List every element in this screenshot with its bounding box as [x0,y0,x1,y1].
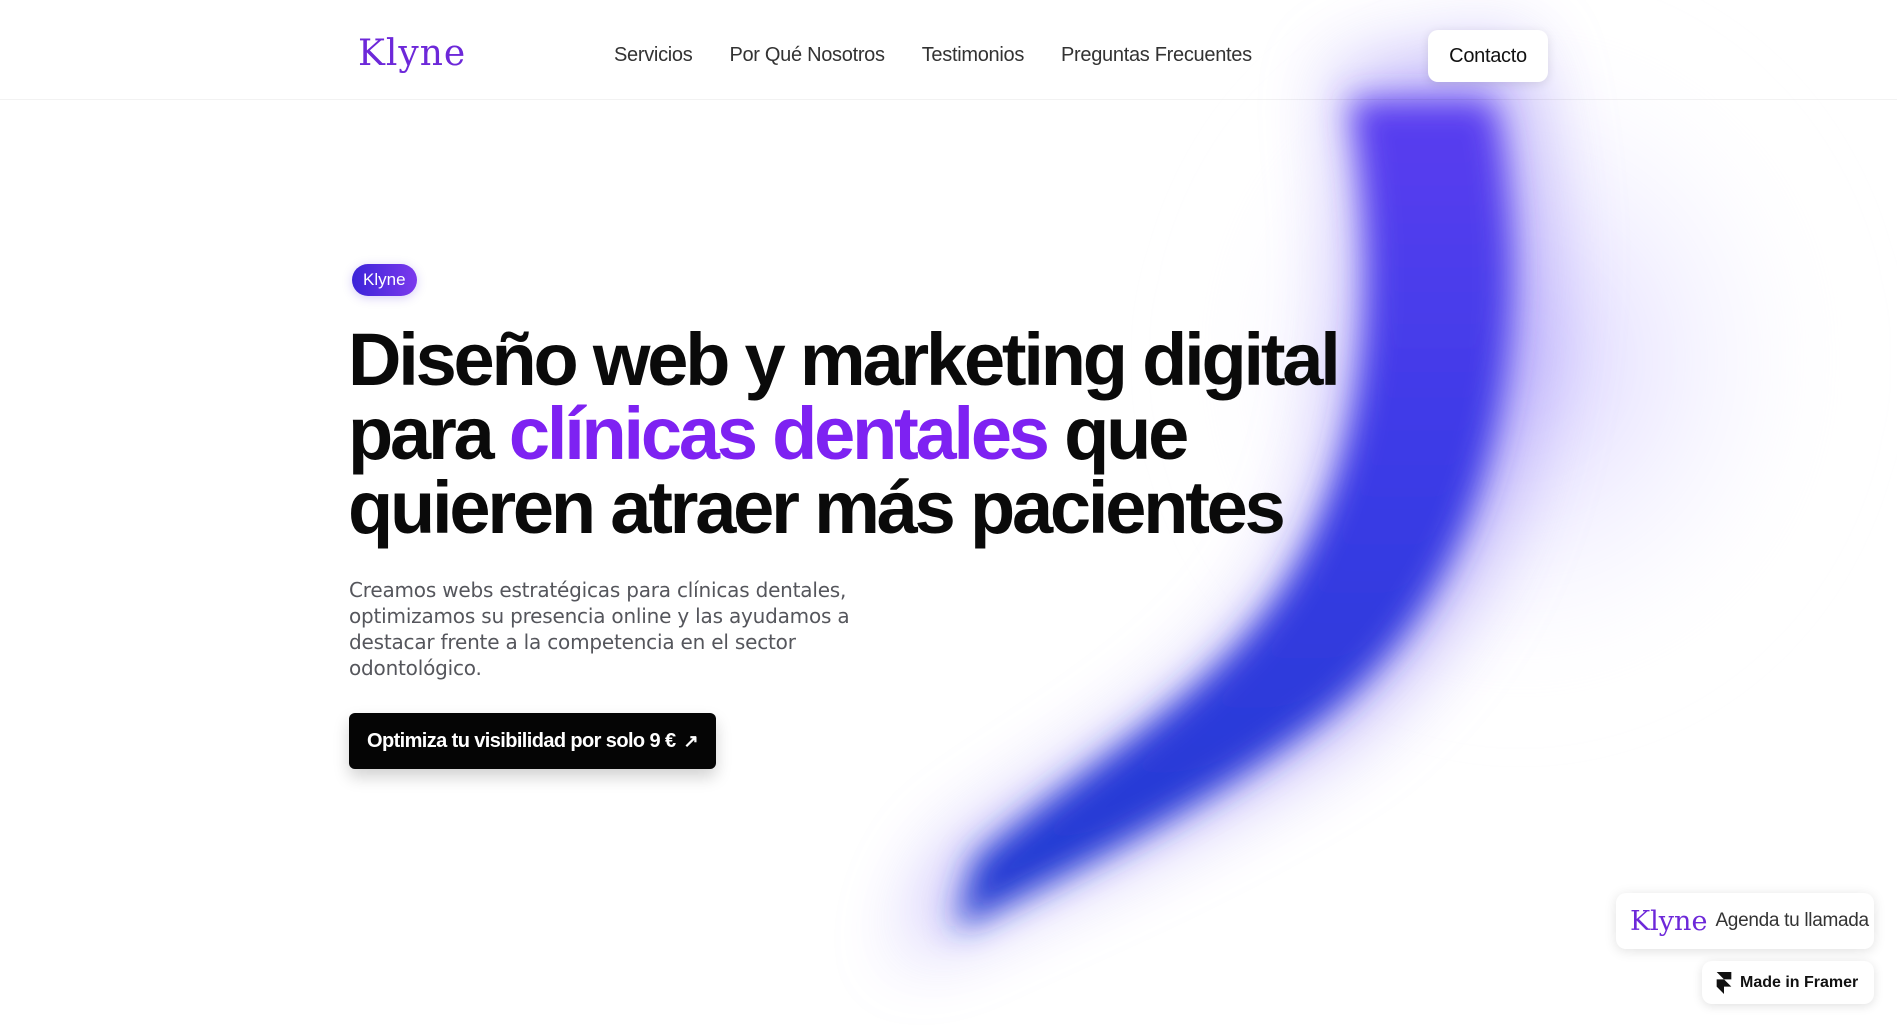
headline-line-2-start: para [348,392,509,475]
widget-logo: Klyne [1630,905,1708,937]
headline-accent: clínicas dentales [508,392,1050,475]
headline-line-3: quieren atraer más pacientes [348,466,1286,549]
framer-label: Made in Framer [1740,973,1859,991]
framer-icon [1716,971,1732,994]
main-nav: Servicios Por Qué Nosotros Testimonios P… [614,44,1252,67]
nav-link-preguntas-frecuentes[interactable]: Preguntas Frecuentes [1061,44,1252,67]
nav-link-por-que-nosotros[interactable]: Por Qué Nosotros [729,44,885,67]
headline-line-1: Diseño web y marketing digital [348,318,1341,401]
hero-badge: Klyne [352,264,417,296]
site-header: Klyne Servicios Por Qué Nosotros Testimo… [0,0,1897,100]
brand-logo[interactable]: Klyne [358,33,466,74]
landing-page: Klyne Servicios Por Qué Nosotros Testimo… [0,0,1897,1028]
nav-link-servicios[interactable]: Servicios [614,44,693,67]
hero-headline: Diseño web y marketing digital para clín… [348,323,1348,545]
hero-subtitle: Creamos webs estratégicas para clínicas … [349,578,850,680]
schedule-call-widget[interactable]: Klyne Agenda tu llamada [1616,893,1874,949]
nav-link-testimonios[interactable]: Testimonios [922,44,1025,67]
headline-line-2-end: que [1046,392,1189,475]
cta-label: Optimiza tu visibilidad por solo 9 € [367,729,676,752]
schedule-call-label: Agenda tu llamada [1715,910,1869,931]
arrow-up-right-icon: ↗ [683,730,698,751]
cta-button[interactable]: Optimiza tu visibilidad por solo 9 € ↗ [349,713,716,769]
made-in-framer-badge[interactable]: Made in Framer [1702,961,1874,1004]
contact-button[interactable]: Contacto [1428,30,1548,82]
